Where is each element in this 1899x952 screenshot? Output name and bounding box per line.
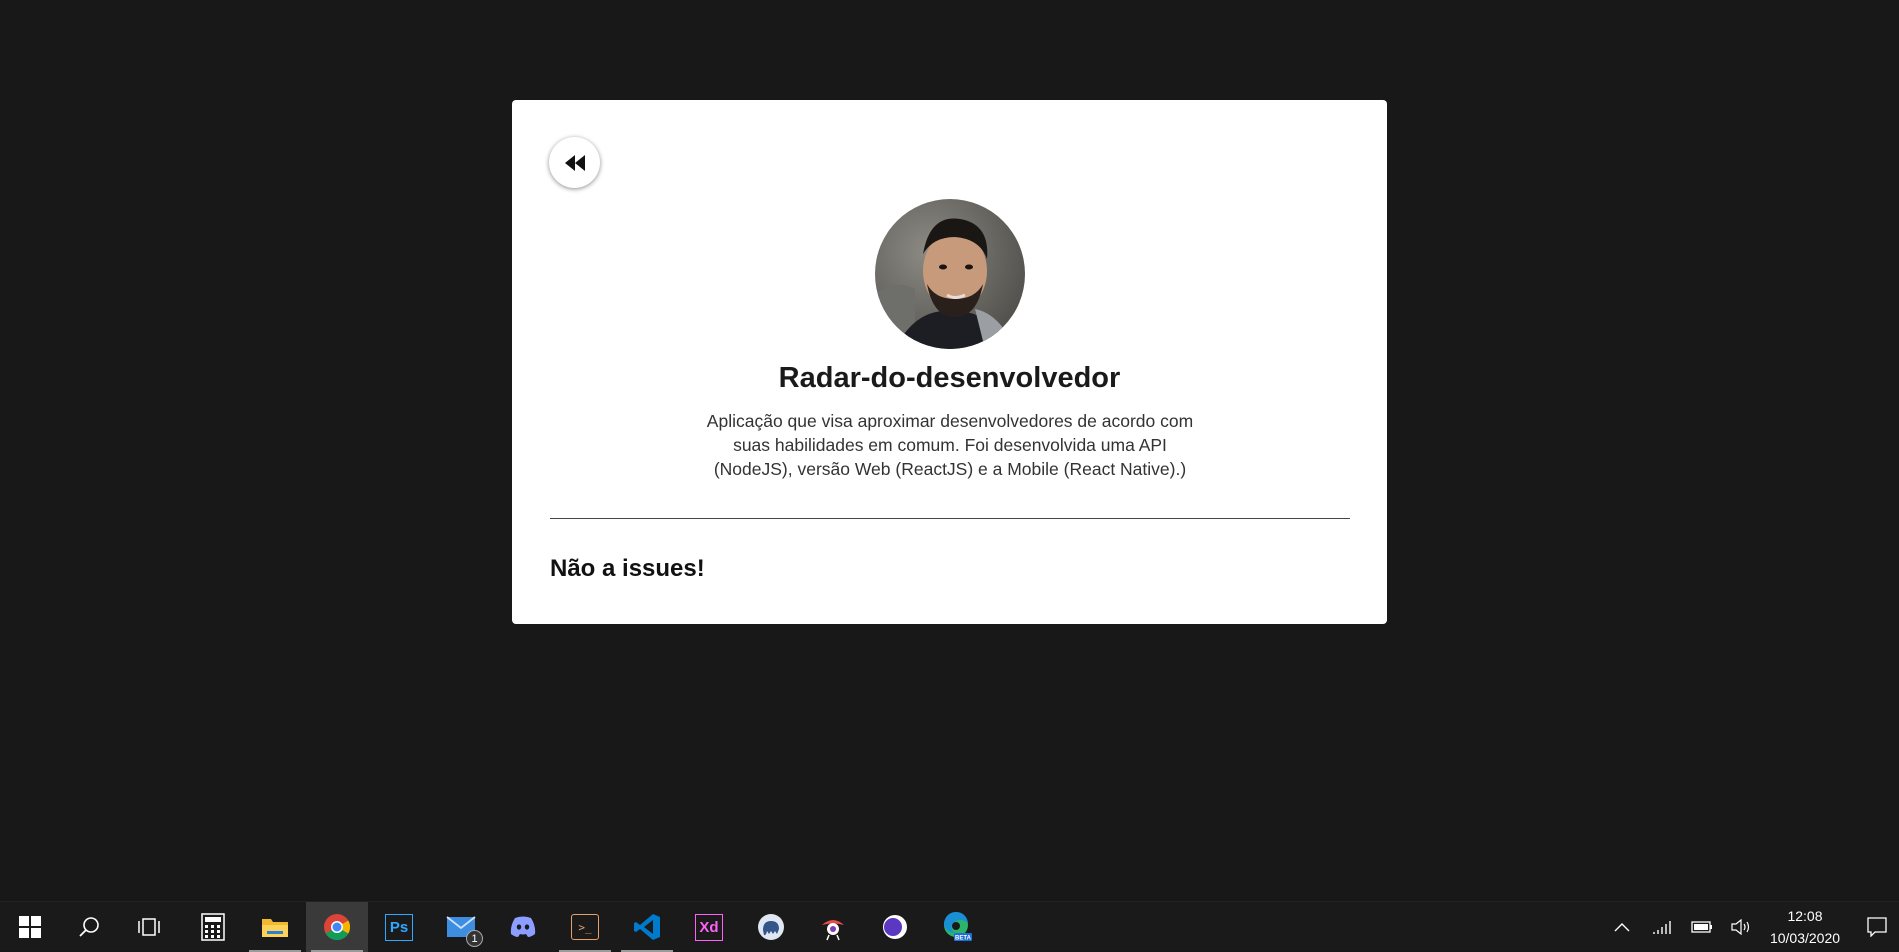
divider (550, 518, 1350, 519)
repository-description: Aplicação que visa aproximar desenvolved… (706, 411, 1194, 479)
task-view-icon (138, 918, 160, 936)
battery-tray[interactable] (1683, 902, 1721, 952)
xd-icon: Xd (695, 913, 723, 941)
volume-tray[interactable] (1722, 902, 1760, 952)
clock[interactable]: 12:08 10/03/2020 (1760, 902, 1850, 952)
speaker-icon (1731, 919, 1750, 935)
repository-card: Radar-do-desenvolvedor Aplicação que vis… (512, 100, 1387, 624)
calculator-icon (201, 913, 225, 941)
notifications-button[interactable] (1858, 902, 1896, 952)
search-icon (79, 917, 99, 937)
svg-text:BETA: BETA (955, 936, 972, 942)
xd-app[interactable]: Xd (678, 902, 740, 952)
repository-title: Radar-do-desenvolvedor (778, 362, 1121, 394)
calculator-app[interactable] (182, 902, 244, 952)
terminal-app[interactable]: >_ (554, 902, 616, 952)
moon-icon (883, 915, 907, 939)
terminal-icon: >_ (571, 914, 599, 940)
photoshop-app[interactable]: Ps (368, 902, 430, 952)
chevron-up-icon (1614, 923, 1630, 932)
clock-time: 12:08 (1787, 908, 1823, 924)
chrome-app[interactable] (306, 902, 368, 952)
show-hidden-icons[interactable] (1603, 902, 1641, 952)
desktop: Radar-do-desenvolvedor Aplicação que vis… (0, 0, 1899, 901)
mail-badge: 1 (466, 930, 483, 947)
wifi-icon (1653, 921, 1671, 934)
folder-icon (262, 919, 288, 937)
elephant-icon (758, 914, 784, 940)
task-view-button[interactable] (118, 902, 180, 952)
start-button[interactable] (0, 902, 60, 952)
notification-icon (1867, 917, 1887, 937)
battery-icon (1691, 921, 1712, 933)
back-button[interactable] (549, 137, 600, 188)
vscode-icon (634, 914, 660, 940)
edge-beta-app[interactable]: BETA (926, 902, 988, 952)
database-app[interactable] (740, 902, 802, 952)
clock-date: 10/03/2020 (1769, 930, 1841, 946)
edge-beta-icon: BETA (943, 911, 972, 942)
moon-app[interactable] (864, 902, 926, 952)
vscode-app[interactable] (616, 902, 678, 952)
mail-app[interactable]: 1 (430, 902, 492, 952)
file-explorer-app[interactable] (244, 902, 306, 952)
chrome-icon (324, 914, 351, 941)
photoshop-icon: Ps (385, 913, 413, 941)
discord-app[interactable] (492, 902, 554, 952)
rewind-icon (564, 154, 585, 171)
windows-icon (19, 916, 41, 938)
insomnia-icon (822, 920, 844, 941)
discord-icon (510, 916, 536, 937)
search-button[interactable] (58, 902, 120, 952)
taskbar: Ps 1 >_ Xd BETA 12:08 10/03/2020 (0, 901, 1899, 952)
avatar (875, 199, 1025, 349)
insomnia-app[interactable] (802, 902, 864, 952)
network-tray[interactable] (1643, 902, 1681, 952)
issues-message: Não a issues! (550, 555, 705, 582)
